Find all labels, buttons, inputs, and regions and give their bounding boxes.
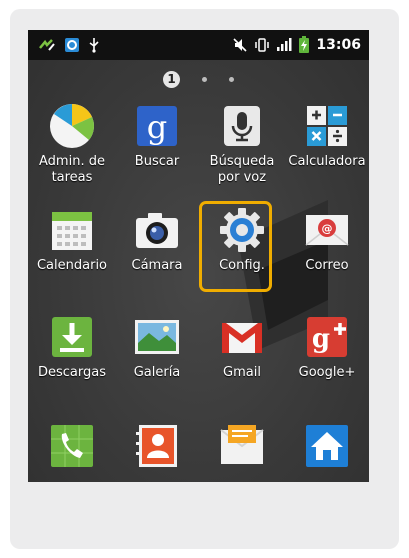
- app-calendar[interactable]: Calendario: [29, 206, 115, 274]
- status-bar: 13:06: [28, 30, 369, 60]
- svg-text:g: g: [147, 108, 167, 146]
- google-search-icon: g: [133, 102, 181, 150]
- gmail-icon: [218, 313, 266, 361]
- home-icon: [303, 422, 351, 470]
- app-contacts[interactable]: [114, 422, 200, 474]
- email-icon: @: [303, 206, 351, 254]
- app-label: Calculadora: [288, 154, 366, 169]
- page-indicator[interactable]: 1: [28, 68, 369, 90]
- app-label: Calendario: [36, 258, 108, 273]
- app-voice-search[interactable]: Búsqueda por voz: [199, 102, 285, 186]
- app-gallery[interactable]: Galería: [114, 313, 200, 381]
- calculator-icon: [303, 102, 351, 150]
- mute-icon: [233, 38, 247, 52]
- sync-icon: [39, 39, 55, 51]
- app-search[interactable]: g Buscar: [114, 102, 200, 170]
- app-calculator[interactable]: Calculadora: [284, 102, 369, 170]
- phone-icon: [48, 422, 96, 470]
- phone-screen: 13:06 1 Admin. de tareas g Buscar Búsque…: [28, 30, 369, 482]
- google-plus-icon: g: [303, 313, 351, 361]
- app-label: Correo: [305, 258, 349, 273]
- vibrate-icon: [255, 38, 270, 52]
- app-label: Google+: [298, 365, 356, 380]
- page-dot[interactable]: [229, 76, 234, 82]
- app-google-plus[interactable]: g Google+: [284, 313, 369, 381]
- camera-icon: [133, 206, 181, 254]
- clock: 13:06: [316, 37, 361, 53]
- contacts-icon: [133, 422, 181, 470]
- app-camera[interactable]: Cámara: [114, 206, 200, 274]
- microphone-icon: [218, 102, 266, 150]
- svg-text:@: @: [322, 222, 333, 235]
- settings-highlight-outline: [199, 201, 272, 292]
- current-page-number: 1: [163, 70, 180, 88]
- app-label: Gmail: [223, 365, 261, 380]
- app-phone[interactable]: [29, 422, 115, 474]
- app-messaging[interactable]: [199, 422, 285, 474]
- app-label: Búsqueda por voz: [209, 154, 275, 185]
- app-downloads[interactable]: Descargas: [29, 313, 115, 381]
- app-notification-icon: [65, 38, 79, 52]
- app-label: Buscar: [134, 154, 180, 169]
- app-label: Descargas: [37, 365, 106, 380]
- app-label: Admin. de tareas: [39, 154, 105, 185]
- svg-text:g: g: [312, 324, 330, 354]
- signal-icon: [277, 38, 292, 51]
- calendar-icon: [48, 206, 96, 254]
- app-home[interactable]: [284, 422, 369, 474]
- page-dot[interactable]: [202, 76, 207, 82]
- app-email[interactable]: @ Correo: [284, 206, 369, 274]
- app-task-manager[interactable]: Admin. de tareas: [29, 102, 115, 186]
- messaging-icon: [218, 422, 266, 470]
- download-icon: [48, 313, 96, 361]
- app-gmail[interactable]: Gmail: [199, 313, 285, 381]
- app-label: Galería: [133, 365, 181, 380]
- pie-chart-icon: [48, 102, 96, 150]
- battery-charging-icon: [299, 36, 310, 53]
- gallery-icon: [133, 313, 181, 361]
- app-label: Cámara: [131, 258, 183, 273]
- usb-icon: [89, 38, 99, 53]
